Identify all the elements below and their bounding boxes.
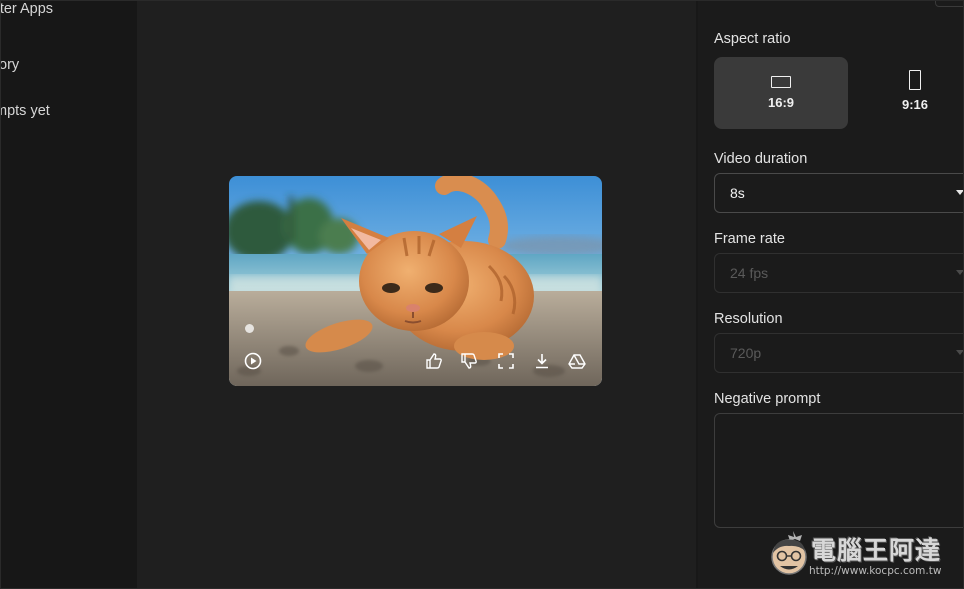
aspect-ratio-9-16-option[interactable]: 9:16 bbox=[848, 57, 963, 129]
drive-icon[interactable] bbox=[566, 350, 588, 372]
watermark-url: http://www.kocpc.com.tw bbox=[809, 565, 942, 577]
sidebar: rter Apps tory mpts yet bbox=[0, 1, 137, 588]
frame-rate-value: 24 fps bbox=[730, 265, 769, 281]
chevron-down-icon bbox=[956, 350, 963, 355]
negative-prompt-label: Negative prompt bbox=[714, 391, 821, 407]
sidebar-item-no-prompts: mpts yet bbox=[0, 103, 50, 119]
aspect-ratio-16-9-label: 16:9 bbox=[767, 95, 795, 110]
settings-panel: Aspect ratio 16:9 9:16 Video duration 8s… bbox=[698, 1, 963, 588]
chevron-down-icon bbox=[956, 270, 963, 275]
video-controls bbox=[229, 350, 602, 372]
resolution-value: 720p bbox=[730, 345, 762, 361]
negative-prompt-input[interactable] bbox=[714, 413, 963, 528]
chevron-down-icon bbox=[956, 190, 963, 195]
watermark-title: 電腦王阿達 bbox=[811, 536, 942, 565]
thumbs-down-icon[interactable] bbox=[458, 350, 480, 372]
top-corner-control bbox=[935, 1, 963, 7]
watermark: 電腦王阿達 http://www.kocpc.com.tw bbox=[761, 525, 961, 583]
progress-dot bbox=[245, 324, 254, 333]
download-icon[interactable] bbox=[531, 350, 553, 372]
aspect-ratio-16-9-option[interactable]: 16:9 bbox=[714, 57, 848, 129]
portrait-icon bbox=[909, 70, 921, 90]
app-window: rter Apps tory mpts yet bbox=[0, 0, 964, 589]
frame-rate-select[interactable]: 24 fps bbox=[714, 253, 963, 293]
frame-rate-label: Frame rate bbox=[714, 231, 785, 247]
landscape-icon bbox=[771, 76, 791, 88]
video-duration-label: Video duration bbox=[714, 151, 808, 167]
resolution-select[interactable]: 720p bbox=[714, 333, 963, 373]
sidebar-item-history[interactable]: tory bbox=[1, 57, 19, 73]
mascot-logo bbox=[771, 531, 807, 575]
fullscreen-icon[interactable] bbox=[495, 350, 517, 372]
play-icon[interactable] bbox=[242, 350, 264, 372]
video-duration-value: 8s bbox=[730, 185, 745, 201]
aspect-ratio-label: Aspect ratio bbox=[714, 31, 791, 47]
resolution-label: Resolution bbox=[714, 311, 783, 327]
video-preview[interactable] bbox=[229, 176, 602, 386]
aspect-ratio-9-16-label: 9:16 bbox=[901, 97, 929, 112]
thumbs-up-icon[interactable] bbox=[423, 350, 445, 372]
sidebar-item-starter-apps[interactable]: rter Apps bbox=[1, 1, 53, 17]
video-duration-select[interactable]: 8s bbox=[714, 173, 963, 213]
